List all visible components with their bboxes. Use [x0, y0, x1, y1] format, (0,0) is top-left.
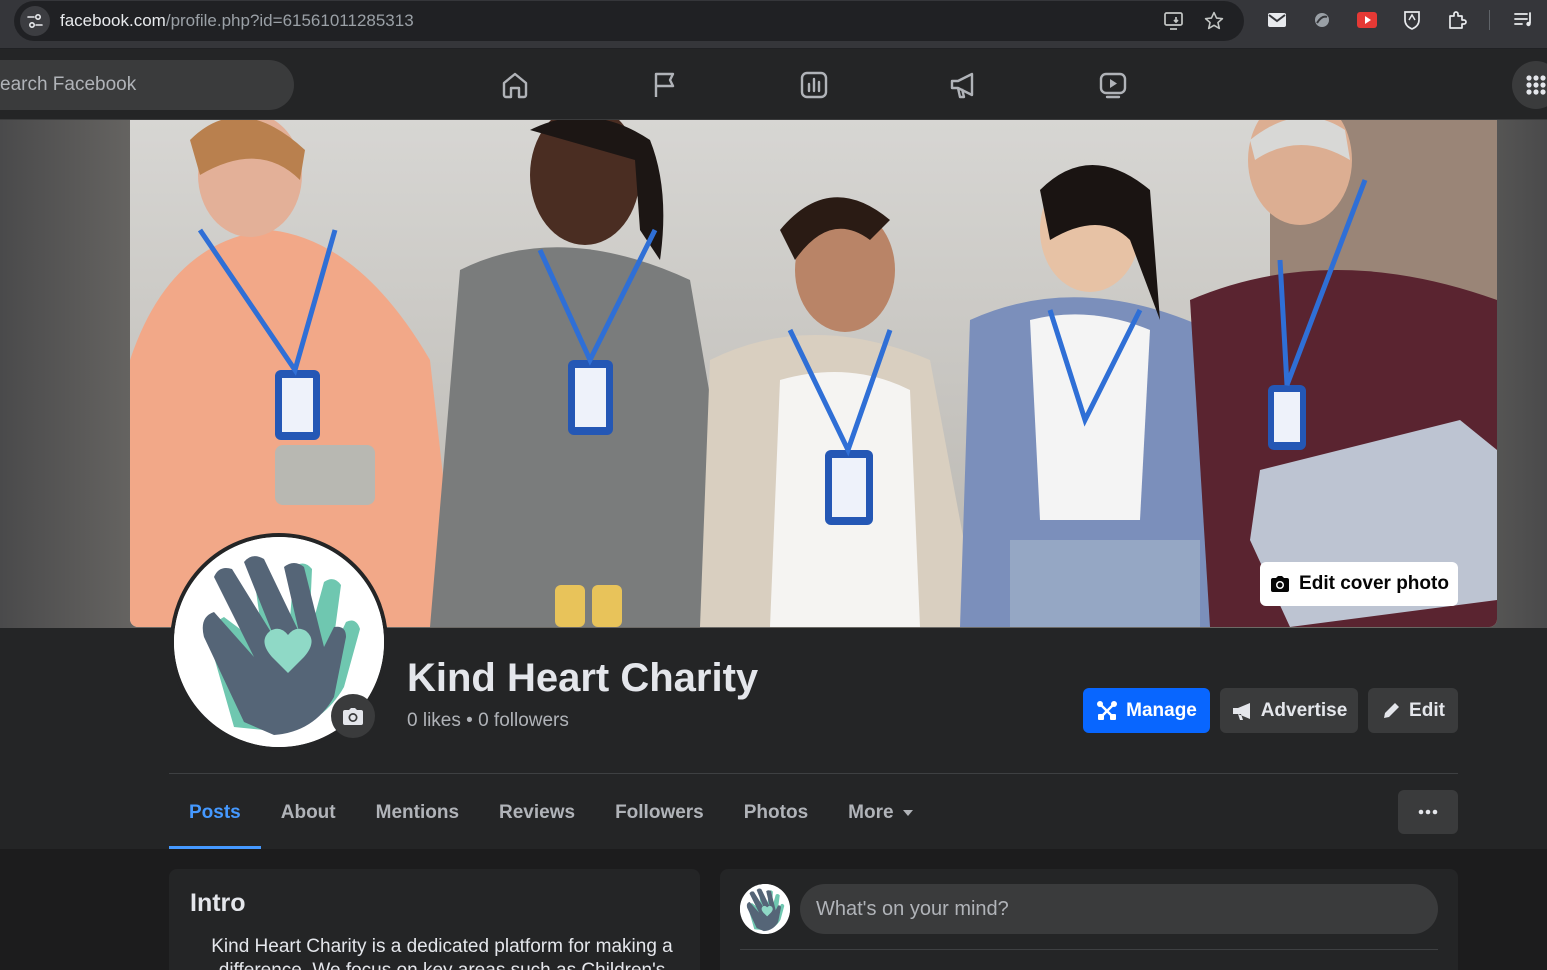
edit-cover-photo-button[interactable]: Edit cover photo — [1260, 562, 1458, 606]
tab-about[interactable]: About — [261, 776, 356, 849]
toolbar-separator — [1489, 10, 1490, 30]
facebook-top-nav: earch Facebook — [0, 49, 1547, 120]
video-icon[interactable] — [1093, 65, 1133, 105]
site-info-icon[interactable] — [20, 6, 50, 36]
edit-page-button[interactable]: Edit — [1368, 688, 1458, 733]
extensions-puzzle-icon[interactable] — [1445, 8, 1469, 32]
tab-reviews[interactable]: Reviews — [479, 776, 595, 849]
mail-extension-icon[interactable] — [1265, 8, 1289, 32]
browser-toolbar: facebook.com/profile.php?id=615610112853… — [0, 0, 1547, 49]
tab-label: More — [848, 801, 894, 823]
extension-globe-icon[interactable] — [1310, 8, 1334, 32]
ellipsis-icon — [1418, 809, 1438, 815]
home-icon[interactable] — [495, 65, 535, 105]
edit-label: Edit — [1409, 699, 1445, 721]
manage-tools-icon — [1097, 700, 1118, 720]
tab-more[interactable]: More — [828, 776, 933, 849]
tab-label: Mentions — [375, 801, 460, 823]
intro-title: Intro — [190, 889, 246, 917]
video-extension-icon[interactable] — [1355, 8, 1379, 32]
bookmark-star-icon[interactable] — [1202, 9, 1226, 33]
install-app-icon[interactable] — [1162, 9, 1186, 33]
pencil-icon — [1384, 702, 1400, 718]
pages-flag-icon[interactable] — [644, 65, 684, 105]
advertise-label: Advertise — [1260, 699, 1348, 721]
insights-chart-icon[interactable] — [794, 65, 834, 105]
search-placeholder: earch Facebook — [0, 74, 137, 95]
intro-card: Intro Kind Heart Charity is a dedicated … — [169, 869, 700, 970]
page-likes-followers[interactable]: 0 likes • 0 followers — [407, 710, 569, 732]
composer-divider — [740, 949, 1438, 950]
page-tabs: Posts About Mentions Reviews Followers P… — [169, 776, 934, 849]
caret-down-icon — [902, 809, 913, 816]
post-composer: What's on your mind? — [720, 869, 1458, 970]
edit-cover-label: Edit cover photo — [1299, 573, 1449, 594]
url-host: facebook.com — [60, 11, 166, 30]
update-profile-picture-camera-icon[interactable] — [331, 694, 375, 738]
ad-center-megaphone-icon[interactable] — [943, 65, 983, 105]
tab-label: Photos — [743, 801, 809, 823]
tab-posts[interactable]: Posts — [169, 776, 261, 849]
reading-list-icon[interactable] — [1512, 8, 1536, 32]
url-path: /profile.php?id=61561011285313 — [165, 11, 414, 30]
intro-bio-text: Kind Heart Charity is a dedicated platfo… — [211, 936, 673, 970]
tab-followers[interactable]: Followers — [595, 776, 724, 849]
manage-button[interactable]: Manage — [1083, 688, 1210, 733]
tab-label: Posts — [189, 801, 241, 823]
more-options-button[interactable] — [1398, 790, 1458, 834]
manage-label: Manage — [1126, 699, 1197, 721]
advertise-button[interactable]: Advertise — [1220, 688, 1358, 733]
search-facebook-input[interactable]: earch Facebook — [0, 60, 294, 110]
tab-label: About — [280, 801, 336, 823]
tab-photos[interactable]: Photos — [724, 776, 828, 849]
shield-extension-icon[interactable] — [1400, 8, 1424, 32]
header-divider — [169, 773, 1458, 774]
url-text[interactable]: facebook.com/profile.php?id=615610112853… — [60, 11, 414, 31]
camera-icon — [1271, 576, 1290, 592]
composer-avatar[interactable] — [740, 884, 790, 934]
tab-label: Followers — [615, 801, 704, 823]
megaphone-icon — [1232, 702, 1250, 720]
page-title: Kind Heart Charity — [407, 656, 759, 700]
menu-grid-icon[interactable] — [1512, 61, 1547, 109]
address-bar[interactable]: facebook.com/profile.php?id=615610112853… — [14, 1, 1244, 41]
tab-mentions[interactable]: Mentions — [356, 776, 479, 849]
tab-label: Reviews — [499, 801, 576, 823]
whats-on-your-mind-input[interactable]: What's on your mind? — [800, 884, 1438, 934]
